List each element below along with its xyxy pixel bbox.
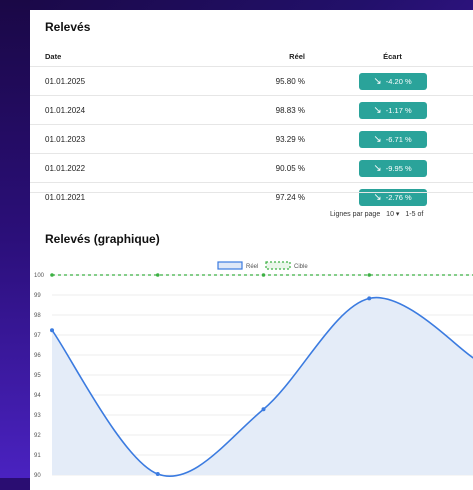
table-row[interactable]: 01.01.2024 98.83 % ↘ -1.17 % <box>30 95 473 125</box>
rows-per-page-label: Lignes par page <box>330 211 381 218</box>
table-row[interactable]: 01.01.2023 93.29 % ↘ -6.71 % <box>30 124 473 154</box>
releves-table: Date Réel Écart 01.01.2025 95.80 % ↘ -4.2… <box>30 46 473 211</box>
table-row[interactable]: 01.01.2022 90.05 % ↘ -9.95 % <box>30 153 473 183</box>
reel-point <box>367 296 372 301</box>
ecart-value: -9.95 % <box>385 163 412 173</box>
y-tick-label: 95 <box>34 373 41 379</box>
rows-per-page-select[interactable]: 10 ▾ <box>386 211 399 218</box>
trend-down-icon: ↘ <box>373 104 382 116</box>
ecart-value: -2.76 % <box>385 192 412 202</box>
cible-point <box>155 273 160 277</box>
cell-reel: 97.24 % <box>205 182 305 211</box>
cible-point <box>367 273 372 277</box>
cell-date: 01.01.2022 <box>30 153 205 183</box>
cell-ecart: ↘ -9.95 % <box>305 153 473 183</box>
y-tick-label: 97 <box>34 333 41 339</box>
table-header-row: Date Réel Écart <box>30 46 473 67</box>
ecart-badge: ↘ -9.95 % <box>358 159 427 177</box>
rows-per-page-value: 10 <box>386 211 394 218</box>
caret-down-icon: ▾ <box>395 211 400 218</box>
cell-reel: 95.80 % <box>205 66 305 96</box>
ecart-badge: ↘ -6.71 % <box>358 130 427 148</box>
column-header-reel[interactable]: Réel <box>205 46 305 67</box>
reel-point <box>155 472 160 476</box>
legend-swatch-reel <box>217 261 243 270</box>
releves-chart: 9091929394959697989910001.01.202101.01.2… <box>34 261 473 479</box>
y-tick-label: 90 <box>34 473 41 479</box>
cell-date: 01.01.2023 <box>30 124 205 154</box>
ecart-value: -6.71 % <box>385 134 412 144</box>
background-edge <box>0 0 30 478</box>
chart-title: Relevés (graphique) <box>45 232 160 246</box>
trend-down-icon: ↘ <box>373 75 382 87</box>
table-row[interactable]: 01.01.2021 97.24 % ↘ -2.76 % <box>30 182 473 211</box>
cell-ecart: ↘ -6.71 % <box>305 124 473 154</box>
cell-reel: 90.05 % <box>205 153 305 183</box>
ecart-value: -1.17 % <box>385 105 412 115</box>
table-divider <box>30 192 473 193</box>
cell-date: 01.01.2021 <box>30 182 205 211</box>
cell-date: 01.01.2024 <box>30 95 205 125</box>
cell-ecart: ↘ -4.20 % <box>305 66 473 96</box>
legend-label-cible: Cible <box>294 264 308 270</box>
releves-title: Relevés <box>45 20 91 34</box>
y-tick-label: 96 <box>34 353 41 359</box>
cible-point <box>50 273 54 277</box>
cible-point <box>261 273 266 277</box>
y-tick-label: 100 <box>34 273 45 279</box>
cell-ecart: ↘ -1.17 % <box>305 95 473 125</box>
reel-point <box>261 407 266 412</box>
trend-down-icon: ↘ <box>373 133 382 145</box>
legend-swatch-cible <box>265 261 291 270</box>
legend-label-reel: Réel <box>246 264 258 270</box>
ecart-badge: ↘ -4.20 % <box>358 72 427 90</box>
pagination-range: 1-5 of <box>405 211 424 218</box>
reel-point <box>50 328 54 333</box>
pagination: Lignes par page 10 ▾ 1-5 of <box>330 210 423 218</box>
column-header-date[interactable]: Date <box>30 46 205 67</box>
column-header-ecart[interactable]: Écart <box>305 46 473 67</box>
y-tick-label: 93 <box>34 413 41 419</box>
cell-date: 01.01.2025 <box>30 66 205 96</box>
y-tick-label: 99 <box>34 293 41 299</box>
y-tick-label: 92 <box>34 433 41 439</box>
trend-down-icon: ↘ <box>373 162 382 174</box>
y-tick-label: 98 <box>34 313 41 319</box>
reel-area <box>52 297 473 477</box>
cell-ecart: ↘ -2.76 % <box>305 182 473 211</box>
ecart-value: -4.20 % <box>385 76 412 86</box>
cell-reel: 98.83 % <box>205 95 305 125</box>
y-tick-label: 94 <box>34 393 41 399</box>
table-row[interactable]: 01.01.2025 95.80 % ↘ -4.20 % <box>30 66 473 96</box>
content-card: Relevés Date Réel Écart 01.01.2025 95.80… <box>30 10 473 490</box>
trend-down-icon: ↘ <box>373 191 382 203</box>
y-tick-label: 91 <box>34 453 41 459</box>
ecart-badge: ↘ -1.17 % <box>358 101 427 119</box>
cell-reel: 93.29 % <box>205 124 305 154</box>
